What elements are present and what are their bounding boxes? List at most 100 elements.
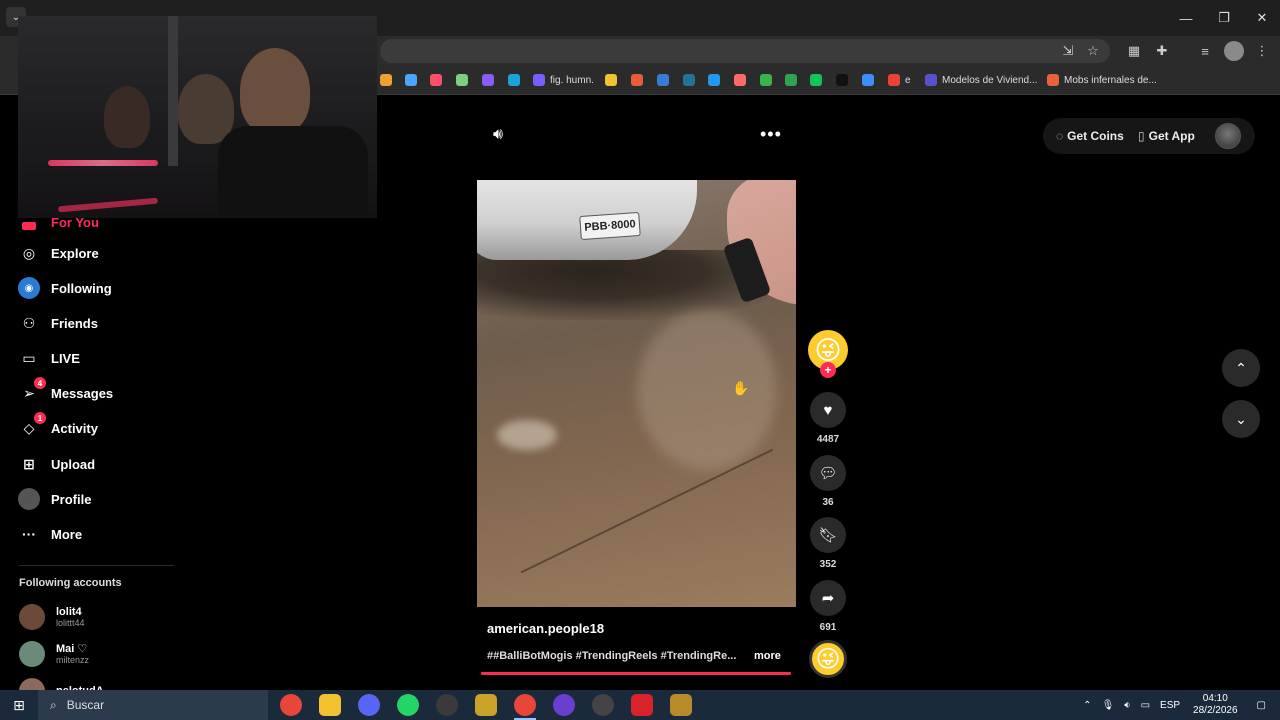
bookmark-item[interactable] [683,72,700,88]
discord-icon[interactable] [358,694,380,716]
bookmark-favicon-icon [708,74,720,86]
bookmark-favicon-icon [533,74,545,86]
webcam-person [240,48,310,134]
next-video-button[interactable]: ⌄ [1222,400,1260,438]
live-icon: ▭ [22,349,36,366]
taskbar-search[interactable]: ⌕ Buscar [38,690,268,720]
bookmark-item[interactable] [862,72,879,88]
sidebar-item-following[interactable]: ◉ Following [18,275,112,301]
get-coins-label: Get Coins [1067,129,1124,143]
bookmark-item[interactable] [708,72,725,88]
chrome-icon[interactable] [280,694,302,716]
sidebar-item-activity[interactable]: ◇ 1 Activity [18,412,98,441]
bookmark-item[interactable] [810,72,827,88]
comment-button[interactable]: 💬︎ [810,455,846,491]
video-progress-bar[interactable] [481,672,791,675]
bookmark-item[interactable] [760,72,777,88]
microphone-icon[interactable]: 🎙︎ [1102,700,1115,711]
sidebar-item-profile[interactable]: ● Profile [18,486,91,512]
bookmark-item[interactable] [482,72,499,88]
sidebar-item-more[interactable]: ··· More [18,521,82,547]
more-link[interactable]: more [754,650,781,662]
browser-profile-icon[interactable] [1224,41,1244,61]
sidebar-item-upload[interactable]: ⊞ Upload [18,451,95,477]
notification-badge: 4 [34,377,46,389]
sidebar-item-explore[interactable]: ◎ Explore [18,240,99,266]
network-icon[interactable]: ▭ [1141,700,1150,711]
bookmark-item[interactable] [631,72,648,88]
speaker-icon[interactable]: 🔉︎ [1124,700,1130,711]
save-button[interactable]: 🔖︎ [810,517,846,553]
more-options-icon[interactable]: ••• [760,124,782,145]
windows-taskbar: ⊞ ⌕ Buscar ⌃ 🎙︎ 🔉︎ ▭ ESP 04:10 28/2/2026… [0,690,1280,720]
bookmark-favicon-icon [631,74,643,86]
bookmark-item[interactable] [605,72,622,88]
follow-plus-icon[interactable]: + [820,362,836,378]
extension-icon[interactable]: ▦ [1124,41,1144,61]
minimize-button[interactable]: — [1168,0,1204,36]
reading-list-icon[interactable]: ≡ [1195,41,1215,61]
video-author[interactable]: american.people18 [487,621,604,636]
bookmark-favicon-icon [888,74,900,86]
bookmark-item[interactable] [657,72,674,88]
address-bar[interactable] [380,39,1110,63]
save-count: 352 [819,559,837,570]
bookmark-item[interactable] [508,72,525,88]
share-button[interactable]: ➦ [810,580,846,616]
bookmark-label: Modelos de Viviend... [942,74,1038,86]
following-account[interactable]: Mai ♡ miltenzz [19,639,89,669]
bookmark-item[interactable] [785,72,802,88]
bookmark-item[interactable] [430,72,447,88]
bookmark-icon: 🔖︎ [818,527,838,544]
chrome-active-icon[interactable] [514,694,536,716]
app-red-icon[interactable] [631,694,653,716]
music-disc-icon[interactable]: 😜 [809,640,847,678]
get-app-button[interactable]: ▯ Get App [1138,124,1195,148]
coin-icon: ◌ [1056,129,1064,143]
get-coins-button[interactable]: ◌ Get Coins [1056,124,1124,148]
file-explorer-icon[interactable] [319,694,341,716]
bookmark-item[interactable] [456,72,473,88]
language-indicator[interactable]: ESP [1160,700,1180,711]
extensions-puzzle-icon[interactable]: ✚ [1152,41,1172,61]
more-icon: ··· [22,526,36,542]
notifications-icon[interactable]: ▢ [1257,700,1266,711]
window-controls: — ❐ ✕ [1166,0,1280,36]
tray-expand-icon[interactable]: ⌃ [1083,700,1091,711]
sidebar-item-friends[interactable]: ⚇ Friends [18,310,98,336]
bookmark-item[interactable] [380,72,397,88]
previous-video-button[interactable]: ⌃ [1222,349,1260,387]
whatsapp-icon[interactable] [397,694,419,716]
bookmark-favicon-icon [683,74,695,86]
bookmark-item[interactable]: Mobs infernales de... [1047,72,1157,88]
sidebar-item-messages[interactable]: ➢ 4 Messages [18,377,114,406]
install-app-icon[interactable]: ⇲ [1058,41,1078,61]
user-avatar[interactable] [1215,123,1241,149]
bookmark-item[interactable]: Modelos de Viviend... [925,72,1037,88]
bookmark-item[interactable]: e [888,72,911,88]
obs-icon[interactable] [436,694,458,716]
browser-menu-icon[interactable]: ⋮ [1252,41,1272,61]
like-count: 4487 [816,434,840,445]
sidebar-item-label: Messages [51,385,114,401]
league-icon[interactable] [670,694,692,716]
mouse-cursor-icon: ✋ [732,380,750,396]
messages-icon: ➢ 4 [18,377,46,404]
steam-icon[interactable] [592,694,614,716]
following-account[interactable]: lolit4 lolittt44 [19,602,85,632]
maximize-button[interactable]: ❐ [1206,0,1242,36]
webcam-led-strip [48,160,158,166]
bookmark-star-icon[interactable]: ☆ [1083,41,1103,61]
bookmark-item[interactable] [405,72,422,88]
bookmark-item[interactable] [734,72,751,88]
close-window-button[interactable]: ✕ [1244,0,1280,36]
sidebar-item-live[interactable]: ▭ LIVE [18,345,80,371]
windows-start-icon[interactable]: ⊞ [0,690,38,720]
game-icon[interactable] [475,694,497,716]
bookmark-item[interactable] [836,72,853,88]
bookmark-item[interactable]: fig. humn. [533,72,594,88]
app-icon[interactable] [553,694,575,716]
volume-icon[interactable]: 🔊︎ [493,126,503,144]
clock[interactable]: 04:10 28/2/2026 [1193,693,1238,717]
like-button[interactable]: ♥ [810,392,846,428]
